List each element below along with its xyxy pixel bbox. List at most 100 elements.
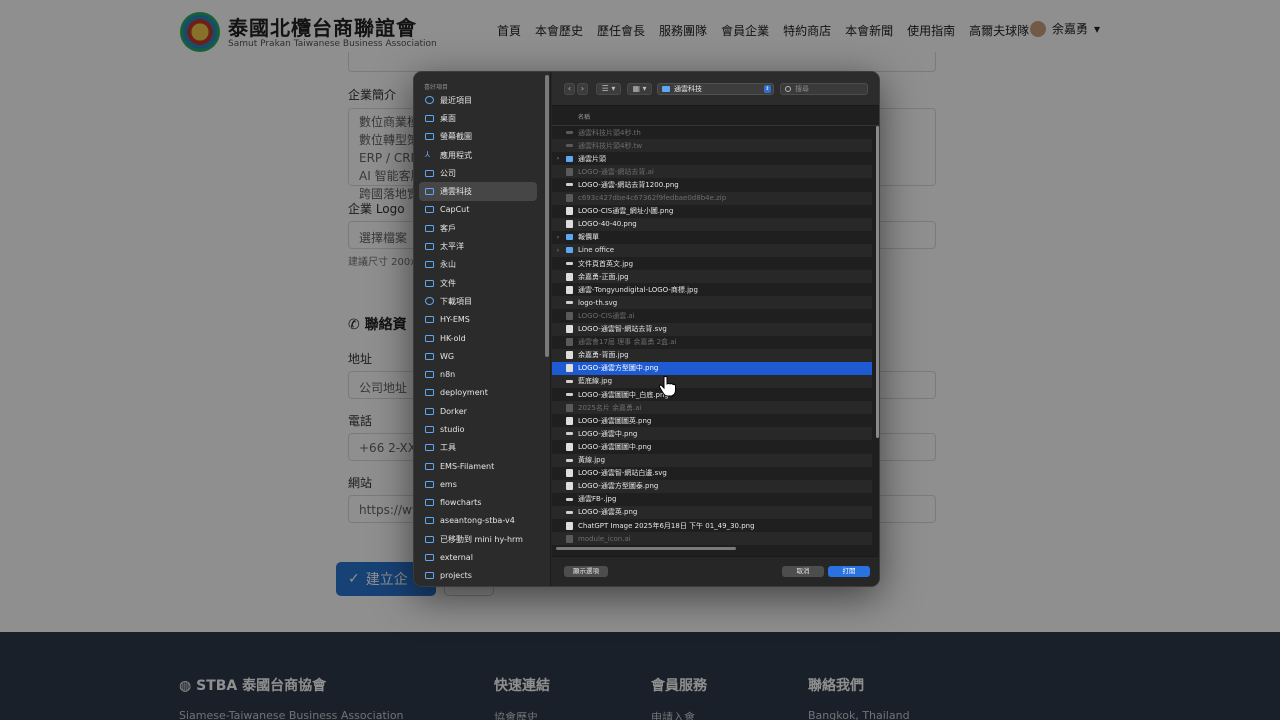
sidebar-item[interactable]: WG	[419, 347, 537, 365]
folder-row[interactable]: › 通雲片頭	[552, 152, 872, 165]
file-row[interactable]: 黃線.jpg	[552, 453, 872, 467]
dialog-main: ‹ › ☰ ▾ ▦ ▾ 通雲科技 ⇕ 搜尋 名稱 通雲科技片頭4秒.th 通雲科技…	[552, 72, 879, 586]
column-header[interactable]: 名稱	[552, 106, 879, 126]
file-row[interactable]: LOGO-通雲智-網站去背.svg	[552, 322, 872, 336]
file-name: LOGO-通雲智-網站去背.svg	[578, 325, 667, 334]
show-options-button[interactable]: 顯示選項	[564, 566, 608, 577]
sidebar-item[interactable]: 桌面	[419, 109, 537, 127]
sidebar-item[interactable]: EMS-Filament	[419, 457, 537, 475]
sidebar-item[interactable]: studio	[419, 420, 537, 438]
file-row[interactable]: 2025名片 余嘉勇.ai	[552, 401, 872, 415]
sidebar-item[interactable]: flowcharts	[419, 494, 537, 512]
forward-button[interactable]: ›	[577, 83, 588, 95]
file-row[interactable]: 文件頁首英文.jpg	[552, 257, 872, 270]
folder-row[interactable]: › Line office	[552, 243, 872, 257]
sidebar-item[interactable]: 最近項目	[419, 91, 537, 109]
folder-icon	[425, 572, 434, 580]
file-list-scrollbar[interactable]	[876, 126, 879, 438]
file-name: LOGO-40-40.png	[578, 220, 637, 229]
sidebar-item[interactable]: 文件	[419, 274, 537, 292]
open-button[interactable]: 打開	[828, 566, 870, 577]
file-row[interactable]: LOGO-CIS通雲_網址小圖.png	[552, 205, 872, 218]
disclosure-chevron-icon[interactable]: ›	[552, 155, 564, 162]
cancel-button[interactable]: 取消	[782, 566, 824, 577]
file-row[interactable]: LOGO-通雲智-網站白邊.svg	[552, 467, 872, 480]
file-icon	[566, 458, 573, 462]
file-row[interactable]: ChatGPT Image 2025年6月18日 下午 01_49_30.png	[552, 519, 872, 532]
disclosure-chevron-icon[interactable]: ›	[552, 234, 564, 241]
file-row[interactable]: c693c427dbe4c67362f9fedbae0d8b4e.zip	[552, 191, 872, 205]
file-row[interactable]: 通雲會17屆 理事 余嘉勇 2盒.ai	[552, 336, 872, 349]
sidebar-item[interactable]: CapCut	[419, 201, 537, 219]
disclosure-chevron-icon[interactable]: ›	[552, 247, 564, 254]
file-row[interactable]: LOGO-通雲方型圖中.png	[552, 361, 872, 375]
file-row[interactable]: LOGO-通雲中.png	[552, 427, 872, 441]
file-name: LOGO-通雲-網站去背1200.png	[578, 180, 679, 189]
file-row[interactable]: LOGO-CIS通雲.ai	[552, 309, 872, 322]
sidebar-item[interactable]: 太平洋	[419, 237, 537, 255]
file-row[interactable]: LOGO-通雲圖圖英.png	[552, 414, 872, 427]
file-name: LOGO-通雲圖圖中_白底.png	[578, 390, 669, 399]
sidebar-item[interactable]: ems	[419, 475, 537, 493]
sidebar-item[interactable]: aseantong-stba-v4	[419, 512, 537, 530]
sidebar-item[interactable]: projects	[419, 567, 537, 585]
file-row[interactable]: 余嘉勇-背面.jpg	[552, 348, 872, 362]
file-icon	[566, 432, 573, 436]
sidebar-item[interactable]: deployment	[419, 384, 537, 402]
sidebar-item[interactable]: 螢幕截圖	[419, 128, 537, 146]
file-row[interactable]: 通雲科技片頭4秒.tw	[552, 139, 872, 153]
file-name: LOGO-通雲方型圖泰.png	[578, 482, 659, 491]
file-row[interactable]: 通雲科技片頭4秒.th	[552, 126, 872, 139]
sidebar-item-label: HY-EMS	[440, 315, 470, 325]
list-view-button[interactable]: ☰ ▾	[596, 83, 621, 95]
sidebar-scrollbar[interactable]	[545, 75, 549, 357]
file-row[interactable]: module_icon.ai	[552, 532, 872, 546]
file-row[interactable]: LOGO-通雲-網站去背.ai	[552, 165, 872, 179]
sidebar-item[interactable]: 公司	[419, 164, 537, 182]
folder-row[interactable]: › 報價單	[552, 231, 872, 244]
folder-icon	[425, 334, 434, 342]
file-row[interactable]: 藍底線.jpg	[552, 374, 872, 388]
horizontal-scrollbar[interactable]	[556, 547, 736, 550]
grid-view-button[interactable]: ▦ ▾	[627, 83, 652, 95]
file-name: 通雲會17屆 理事 余嘉勇 2盒.ai	[578, 338, 677, 347]
sidebar-item[interactable]: ⅄ 應用程式	[419, 146, 537, 164]
file-row[interactable]: 通雲FB-.jpg	[552, 493, 872, 506]
file-row[interactable]: LOGO-通雲圖圖中.png	[552, 440, 872, 453]
file-row[interactable]: 余嘉勇-正面.jpg	[552, 270, 872, 284]
file-icon	[566, 521, 573, 530]
sidebar-item[interactable]: 工具	[419, 439, 537, 457]
file-icon	[566, 482, 573, 491]
clock-icon	[425, 96, 434, 105]
file-row[interactable]: logo-th.svg	[552, 296, 872, 310]
sidebar-item[interactable]: HK-old	[419, 329, 537, 347]
file-name: 黃線.jpg	[578, 456, 606, 465]
sidebar-item-label: aseantong-stba-v4	[440, 516, 515, 526]
folder-path-popup[interactable]: 通雲科技 ⇕	[657, 83, 774, 95]
file-row[interactable]: LOGO-通雲-網站去背1200.png	[552, 178, 872, 191]
file-icon	[566, 220, 573, 229]
file-row[interactable]: 通雲-Tongyundigital-LOGO-商標.jpg	[552, 283, 872, 296]
sidebar-item[interactable]: Dorker	[419, 402, 537, 420]
sidebar-item[interactable]: n8n	[419, 365, 537, 383]
file-icon	[566, 510, 573, 514]
sidebar-item[interactable]: 客戶	[419, 219, 537, 237]
file-name: 余嘉勇-正面.jpg	[578, 272, 629, 281]
sidebar-item[interactable]: 下載項目	[419, 292, 537, 310]
sidebar-item[interactable]: 已移動到 mini hy-hrm	[419, 530, 537, 548]
file-row[interactable]: LOGO-通雲方型圖泰.png	[552, 479, 872, 493]
file-icon	[566, 325, 573, 334]
sidebar-item[interactable]: 永山	[419, 256, 537, 274]
sidebar-item-label: deployment	[440, 388, 488, 398]
file-row[interactable]: LOGO-通雲圖圖中_白底.png	[552, 388, 872, 401]
sidebar-item[interactable]: HY-EMS	[419, 311, 537, 329]
folder-icon	[425, 389, 434, 397]
sidebar-item[interactable]: 通雲科技	[419, 182, 537, 201]
file-row[interactable]: LOGO-通雲英.png	[552, 505, 872, 519]
back-button[interactable]: ‹	[564, 83, 575, 95]
file-icon	[566, 207, 573, 216]
sidebar-item[interactable]: external	[419, 548, 537, 566]
folder-icon	[425, 517, 434, 525]
search-input[interactable]: 搜尋	[780, 83, 868, 95]
file-row[interactable]: LOGO-40-40.png	[552, 217, 872, 231]
